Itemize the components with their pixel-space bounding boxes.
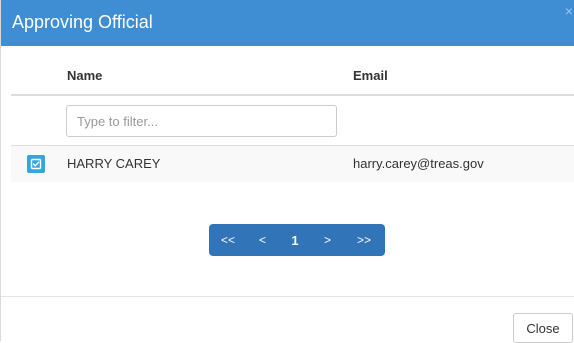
table-header-row: Name Email — [11, 56, 574, 96]
last-page-button[interactable]: >> — [343, 224, 385, 256]
row-name: HARRY CAREY — [67, 156, 161, 171]
first-page-button[interactable]: << — [209, 224, 247, 256]
officials-table: Name Email HARRY CAREY harry.carey@treas… — [11, 56, 574, 182]
next-page-button[interactable]: > — [312, 224, 343, 256]
filter-row — [11, 96, 574, 146]
pagination: << < 1 > >> — [209, 224, 385, 256]
previous-page-button[interactable]: < — [247, 224, 278, 256]
column-header-name[interactable]: Name — [67, 68, 102, 83]
current-page-button[interactable]: 1 — [278, 224, 312, 256]
modal-footer: Close — [1, 296, 574, 343]
select-checkbox[interactable] — [27, 155, 45, 173]
modal-header: Approving Official × — [1, 0, 574, 46]
name-filter-input[interactable] — [66, 105, 337, 137]
close-button[interactable]: Close — [513, 313, 573, 343]
column-header-email[interactable]: Email — [353, 68, 388, 83]
row-email: harry.carey@treas.gov — [353, 156, 484, 171]
check-square-icon — [30, 158, 42, 170]
close-icon[interactable]: × — [565, 4, 573, 18]
approving-official-modal: Approving Official × Name Email HARRY CA… — [0, 0, 574, 343]
modal-title: Approving Official — [12, 12, 153, 32]
table-row[interactable]: HARRY CAREY harry.carey@treas.gov — [11, 146, 574, 182]
